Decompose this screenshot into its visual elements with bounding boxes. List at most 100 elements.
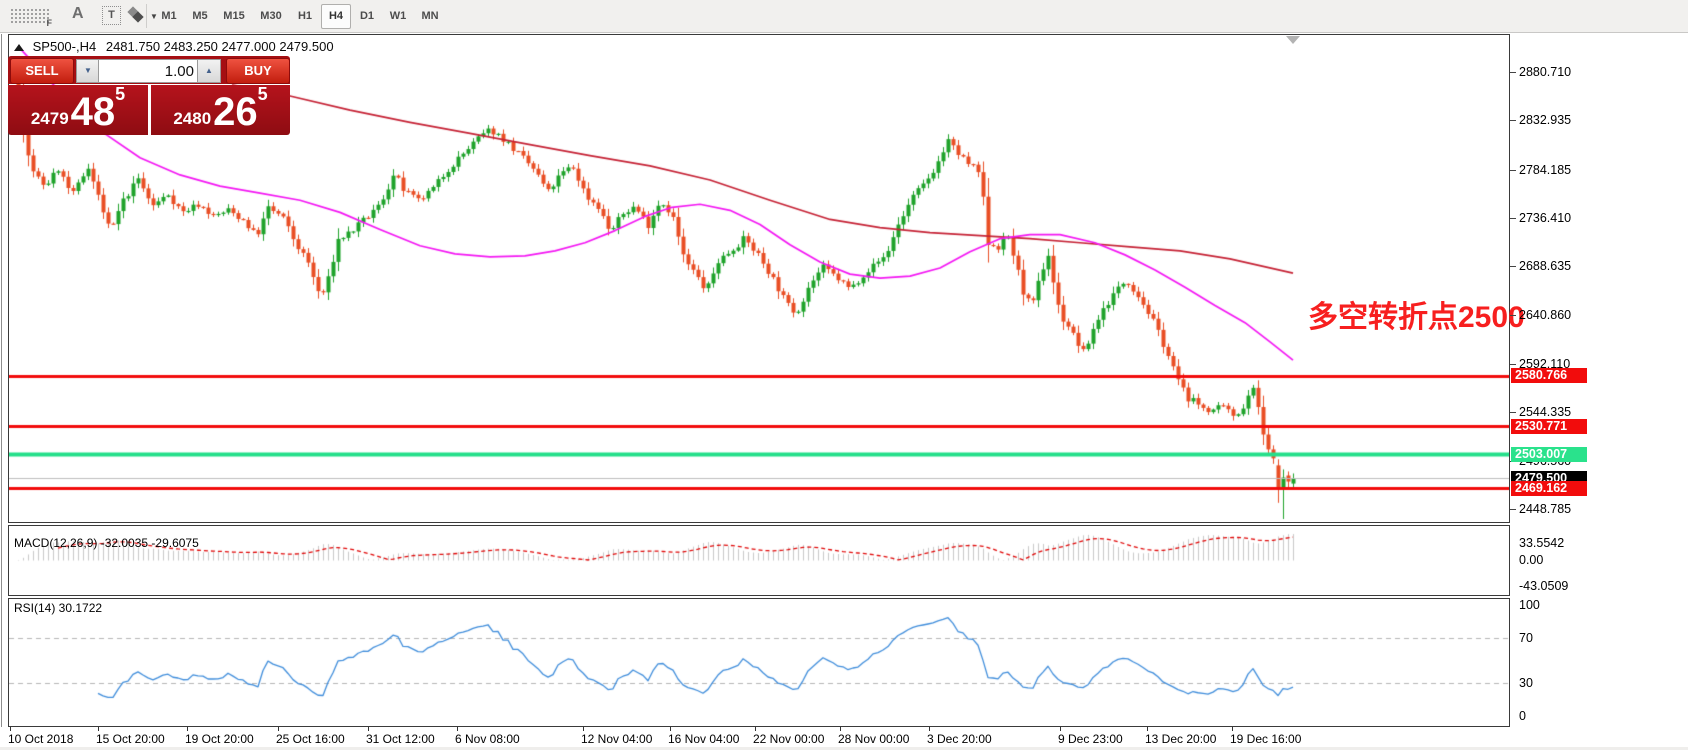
price-tick [1510,218,1516,219]
price-tick [1510,170,1516,171]
timeframe-button-m30[interactable]: M30 [253,4,289,29]
price-level-badge: 2503.007 [1511,447,1587,462]
time-tick [670,727,671,731]
buy-price-whole: 2480 [173,109,212,128]
price-tick-label: 2640.860 [1519,308,1572,322]
rsi-scale-label: 100 [1519,598,1540,612]
price-tick [1510,315,1516,316]
time-tick [1147,727,1148,731]
price-tick-label: 2688.635 [1519,259,1572,273]
timeframe-button-m5[interactable]: M5 [185,4,215,29]
time-tick-label: 25 Oct 16:00 [276,732,345,746]
toolbar: F A T ▼ M1 M5 M15 M30 H1 H4 D1 W1 MN [0,0,1688,33]
time-tick [457,727,458,731]
volume-input[interactable] [98,59,200,83]
time-tick [1232,727,1233,731]
arrange-objects-icon[interactable] [127,6,146,23]
price-tick [1510,509,1516,510]
time-tick-label: 3 Dec 20:00 [927,732,992,746]
price-tick-label: 2736.410 [1519,211,1572,225]
grid-f-icon[interactable]: F [10,8,52,28]
timeframe-button-w1[interactable]: W1 [383,4,413,29]
time-tick-label: 12 Nov 04:00 [581,732,653,746]
price-level-badge: 2580.766 [1511,368,1587,383]
macd-canvas[interactable] [9,526,1509,595]
price-tick [1510,72,1516,73]
text-box-icon[interactable]: T [102,6,121,25]
rsi-canvas[interactable] [9,599,1509,726]
price-tick [1510,364,1516,365]
macd-scale-label: 33.5542 [1519,536,1565,550]
chart-shift-marker-icon[interactable] [1286,36,1300,44]
rsi-indicator-label: RSI(14) 30.1722 [14,601,103,615]
time-tick-label: 28 Nov 00:00 [838,732,910,746]
timeframe-button-m15[interactable]: M15 [216,4,252,29]
price-tick-label: 2448.785 [1519,502,1572,516]
time-tick [755,727,756,731]
buy-price-pips: 26 [213,90,258,134]
time-tick-label: 19 Dec 16:00 [1230,732,1302,746]
sell-price-pips: 48 [70,90,116,134]
time-tick [929,727,930,731]
macd-indicator-label: MACD(12,26,9) -32.0035 -29.6075 [14,536,199,550]
rsi-scale-label: 0 [1519,709,1526,723]
rsi-scale-label: 30 [1519,675,1533,690]
time-tick-label: 22 Nov 00:00 [753,732,825,746]
mt4-window: F A T ▼ M1 M5 M15 M30 H1 H4 D1 W1 MN SP500-,H4 2… [0,0,1688,750]
price-tick [1510,120,1516,121]
time-tick-label: 31 Oct 12:00 [366,732,435,746]
time-tick-label: 19 Oct 20:00 [185,732,254,746]
timeframe-button-mn[interactable]: MN [414,4,446,29]
grid-f-icon-label: F [46,18,53,28]
one-click-trading-widget: SELL ▼ ▲ BUY 2479 48 5 2480 26 5 [8,56,290,135]
price-level-badge: 2469.162 [1511,481,1587,496]
time-tick-label: 9 Dec 23:00 [1058,732,1123,746]
macd-scale-label: -43.0509 [1519,579,1569,593]
time-tick [278,727,279,731]
timeframe-button-m1[interactable]: M1 [154,4,184,29]
volume-decrease-button[interactable]: ▼ [76,59,100,83]
font-icon[interactable]: A [72,5,84,23]
timeframe-button-h4[interactable]: H4 [321,4,351,29]
price-level-badge: 2530.771 [1511,419,1587,434]
buy-price-point: 5 [257,84,268,104]
time-tick-label: 6 Nov 08:00 [455,732,520,746]
sell-price-point: 5 [115,84,126,104]
price-tick-label: 2832.935 [1519,113,1572,127]
chart-annotation-text: 多空转折点2500 [1308,301,1525,334]
time-tick [10,727,11,731]
symbol-arrow-icon [14,44,24,51]
chart-ohlc: 2481.750 2483.250 2477.000 2479.500 [105,39,334,54]
price-tick [1510,412,1516,413]
window-left-edge [1,34,2,747]
sell-price-whole: 2479 [30,109,69,128]
volume-increase-button[interactable]: ▲ [197,59,221,83]
time-tick-label: 15 Oct 20:00 [96,732,165,746]
buy-price-display[interactable]: 2480 26 5 [151,85,290,135]
time-tick-label: 10 Oct 2018 [8,732,74,746]
time-tick-label: 16 Nov 04:00 [668,732,740,746]
time-axis[interactable]: 10 Oct 2018 15 Oct 20:00 19 Oct 20:00 25 Oc… [0,727,1688,747]
time-tick [187,727,188,731]
price-tick-label: 2880.710 [1519,65,1572,79]
time-tick [98,727,99,731]
time-tick [840,727,841,731]
macd-scale-label: 0.00 [1519,553,1544,567]
time-tick [583,727,584,731]
chart-title: SP500-,H4 2481.750 2483.250 2477.000 247… [14,39,334,54]
rsi-scale-label: 70 [1519,631,1533,646]
toolbar-separator [146,4,147,28]
time-tick [1060,727,1061,731]
price-axis[interactable]: 2880.710 2832.935 2784.185 2736.410 2688.635… [1510,0,1688,750]
chart-symbol: SP500-,H4 [32,39,97,54]
sell-price-display[interactable]: 2479 48 5 [8,85,148,135]
price-tick [1510,266,1516,267]
time-tick-label: 13 Dec 20:00 [1145,732,1217,746]
timeframe-button-d1[interactable]: D1 [352,4,382,29]
buy-button[interactable]: BUY [226,58,290,84]
price-tick-label: 2784.185 [1519,163,1572,177]
time-tick [368,727,369,731]
sell-button[interactable]: SELL [10,58,74,84]
price-tick-label: 2544.335 [1519,405,1572,419]
timeframe-button-h1[interactable]: H1 [290,4,320,29]
